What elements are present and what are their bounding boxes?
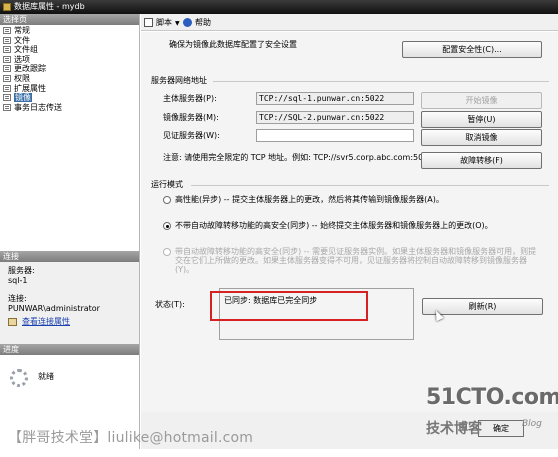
address-note: 注意: 请使用完全限定的 TCP 地址。例如: TCP://svr5.corp.… bbox=[163, 153, 434, 162]
ok-button[interactable]: 确定 bbox=[478, 420, 524, 437]
page-icon bbox=[3, 103, 11, 111]
high-safety-auto-failover-radio[interactable] bbox=[163, 248, 171, 256]
toolbar: 脚本 ▼ 帮助 bbox=[141, 14, 558, 31]
script-button[interactable]: 脚本 ▼ bbox=[144, 17, 180, 28]
progress-header: 进度 bbox=[0, 344, 139, 355]
window-title: 数据库属性 - mydb bbox=[14, 2, 85, 11]
status-label: 状态(T): bbox=[155, 300, 185, 309]
help-icon bbox=[183, 18, 192, 27]
help-button[interactable]: 帮助 bbox=[183, 17, 211, 28]
connection-label: 连接: bbox=[8, 294, 27, 303]
high-safety-auto-failover-label: 带自动故障转移功能的高安全(同步) -- 需要见证服务器实例。如果主体服务器和镜… bbox=[175, 247, 537, 274]
page-item-change-tracking[interactable]: 更改跟踪 bbox=[0, 64, 139, 74]
connection-value: PUNWAR\administrator bbox=[8, 304, 100, 313]
page-item-general[interactable]: 常规 bbox=[0, 26, 139, 36]
page-item-log-shipping[interactable]: 事务日志传送 bbox=[0, 103, 139, 113]
database-icon bbox=[3, 3, 11, 11]
network-group-title: 服务器网络地址 bbox=[151, 76, 207, 85]
script-icon bbox=[144, 18, 153, 27]
server-label: 服务器: bbox=[8, 266, 35, 275]
select-page-header: 选择页 bbox=[0, 14, 139, 25]
connection-properties-icon bbox=[8, 318, 17, 326]
remove-mirroring-button[interactable]: 取消镜像 bbox=[421, 129, 542, 146]
mirror-label: 镜像服务器(M): bbox=[163, 113, 219, 122]
page-item-permissions[interactable]: 权限 bbox=[0, 74, 139, 84]
witness-server-field[interactable] bbox=[256, 129, 414, 142]
principal-label: 主体服务器(P): bbox=[163, 94, 217, 103]
progress-status: 就绪 bbox=[38, 372, 54, 381]
left-pane: 选择页 常规 文件 文件组 选项 更改跟踪 权限 扩展属性 镜像 事务日志传送 … bbox=[0, 14, 140, 457]
group-divider bbox=[213, 81, 549, 82]
high-performance-label: 高性能(异步) -- 提交主体服务器上的更改，然后将其传输到镜像服务器(A)。 bbox=[175, 195, 444, 204]
site-sub-watermark: 技术博客 bbox=[426, 421, 482, 437]
start-mirroring-button[interactable]: 开始镜像 bbox=[421, 92, 542, 109]
server-value: sql-1 bbox=[8, 276, 28, 285]
connection-panel: 服务器: sql-1 连接: PUNWAR\administrator 查看连接… bbox=[0, 262, 139, 344]
page-icon bbox=[3, 46, 11, 54]
chevron-down-icon[interactable]: ▼ bbox=[175, 20, 180, 27]
mirroring-page: 确保为镜像此数据库配置了安全设置 配置安全性(C)... 服务器网络地址 主体服… bbox=[141, 32, 558, 412]
site-watermark: 51CTO.com bbox=[426, 385, 558, 410]
failover-button[interactable]: 故障转移(F) bbox=[421, 152, 542, 169]
page-list: 常规 文件 文件组 选项 更改跟踪 权限 扩展属性 镜像 事务日志传送 bbox=[0, 25, 139, 251]
page-icon bbox=[3, 65, 11, 73]
connection-header: 连接 bbox=[0, 251, 139, 262]
pause-button[interactable]: 暂停(U) bbox=[421, 111, 542, 128]
high-safety-no-failover-label: 不带自动故障转移功能的高安全(同步) -- 始终提交主体服务器和镜像服务器上的更… bbox=[175, 221, 493, 230]
high-performance-radio[interactable] bbox=[163, 196, 171, 204]
window-title-bar: 数据库属性 - mydb bbox=[0, 0, 558, 14]
page-icon bbox=[3, 84, 11, 92]
group-divider bbox=[191, 185, 549, 186]
page-icon bbox=[3, 94, 11, 102]
page-item-files[interactable]: 文件 bbox=[0, 36, 139, 46]
witness-label: 见证服务器(W): bbox=[163, 131, 220, 140]
status-highlight-box bbox=[210, 291, 368, 321]
page-icon bbox=[3, 55, 11, 63]
view-connection-properties-link[interactable]: 查看连接属性 bbox=[8, 317, 131, 327]
configure-security-button[interactable]: 配置安全性(C)... bbox=[402, 41, 542, 58]
page-item-mirroring[interactable]: 镜像 bbox=[0, 93, 139, 103]
blog-watermark: Blog bbox=[522, 419, 542, 429]
high-safety-no-failover-radio[interactable] bbox=[163, 222, 171, 230]
page-icon bbox=[3, 74, 11, 82]
progress-spinner-icon bbox=[10, 369, 28, 387]
security-description: 确保为镜像此数据库配置了安全设置 bbox=[169, 40, 297, 49]
page-icon bbox=[3, 36, 11, 44]
mirror-server-field[interactable]: TCP://SQL-2.punwar.cn:5022 bbox=[256, 111, 414, 124]
page-item-filegroups[interactable]: 文件组 bbox=[0, 45, 139, 55]
page-item-options[interactable]: 选项 bbox=[0, 55, 139, 65]
operating-mode-title: 运行模式 bbox=[151, 180, 183, 189]
author-watermark: 【胖哥技术堂】liulike@hotmail.com bbox=[8, 430, 254, 446]
principal-server-field[interactable]: TCP://sql-1.punwar.cn:5022 bbox=[256, 92, 414, 105]
page-item-extended-properties[interactable]: 扩展属性 bbox=[0, 84, 139, 94]
page-icon bbox=[3, 27, 11, 34]
